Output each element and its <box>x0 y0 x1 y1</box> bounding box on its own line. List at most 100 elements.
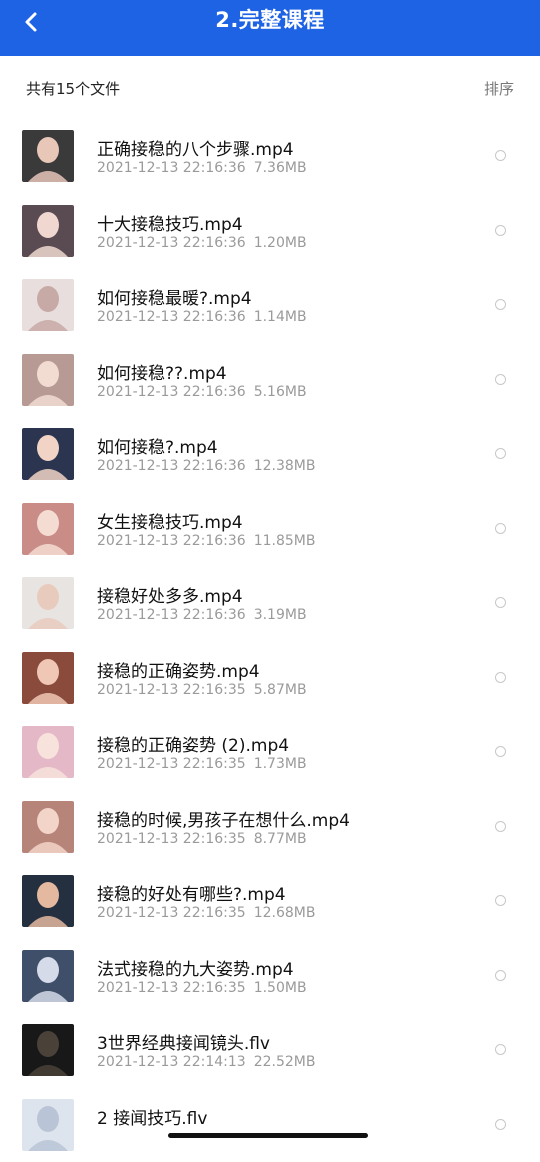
file-list-item[interactable]: 如何接稳?.mp42021-12-13 22:16:36 12.38MB <box>0 417 540 492</box>
file-meta: 2021-12-13 22:16:36 3.19MB <box>97 607 307 623</box>
select-radio[interactable] <box>495 523 506 534</box>
file-date: 2021-12-13 22:16:35 <box>97 980 246 996</box>
video-thumbnail <box>22 577 74 629</box>
select-radio[interactable] <box>495 150 506 161</box>
select-radio[interactable] <box>495 299 506 310</box>
file-date: 2021-12-13 22:16:35 <box>97 756 246 772</box>
file-meta: 2021-12-13 22:16:35 1.50MB <box>97 980 307 996</box>
file-meta: 2021-12-13 22:16:36 5.16MB <box>97 384 307 400</box>
file-meta: 2021-12-13 22:16:36 1.14MB <box>97 309 307 325</box>
file-name: 接稳的正确姿势 (2).mp4 <box>97 731 289 756</box>
video-thumbnail <box>22 503 74 555</box>
file-name: 接稳的好处有哪些?.mp4 <box>97 880 286 905</box>
file-name: 如何接稳??.mp4 <box>97 359 227 384</box>
file-name: 如何接稳?.mp4 <box>97 433 218 458</box>
home-indicator <box>168 1133 368 1138</box>
file-meta: 2021-12-13 22:14:13 22.52MB <box>97 1054 315 1070</box>
video-thumbnail <box>22 130 74 182</box>
file-date: 2021-12-13 22:16:35 <box>97 831 246 847</box>
file-list-item[interactable]: 3世界经典接闻镜头.flv2021-12-13 22:14:13 22.52MB <box>0 1013 540 1088</box>
file-name: 2 接闻技巧.flv <box>97 1104 207 1129</box>
select-radio[interactable] <box>495 821 506 832</box>
file-list: 正确接稳的八个步骤.mp42021-12-13 22:16:367.36MB十大… <box>0 119 540 1162</box>
file-date: 2021-12-13 22:16:36 <box>97 607 246 623</box>
file-size: 1.73MB <box>254 756 307 772</box>
video-thumbnail <box>22 205 74 257</box>
file-size: 5.87MB <box>254 682 307 698</box>
file-size: 11.85MB <box>254 533 316 549</box>
file-date: 2021-12-13 22:16:36 <box>97 309 246 325</box>
back-arrow-icon[interactable] <box>20 10 44 34</box>
file-name: 正确接稳的八个步骤.mp4 <box>97 135 294 160</box>
select-radio[interactable] <box>495 1119 506 1130</box>
file-name: 如何接稳最暖?.mp4 <box>97 284 252 309</box>
file-date: 2021-12-13 22:16:36 <box>97 235 246 251</box>
select-radio[interactable] <box>495 1044 506 1055</box>
file-date: 2021-12-13 22:16:36 <box>97 160 246 176</box>
file-meta: 2021-12-13 22:16:35 8.77MB <box>97 831 307 847</box>
file-date: 2021-12-13 22:16:36 <box>97 458 246 474</box>
file-list-item[interactable]: 接稳好处多多.mp42021-12-13 22:16:363.19MB <box>0 566 540 641</box>
select-radio[interactable] <box>495 448 506 459</box>
file-list-item[interactable]: 如何接稳最暖?.mp42021-12-13 22:16:36 1.14MB <box>0 268 540 343</box>
list-toolbar: 共有15个文件 排序 <box>0 56 540 118</box>
select-radio[interactable] <box>495 895 506 906</box>
file-list-item[interactable]: 正确接稳的八个步骤.mp42021-12-13 22:16:36 7.36MB <box>0 119 540 194</box>
file-size: 1.20MB <box>254 235 307 251</box>
file-list-item[interactable]: 接稳的正确姿势 (2).mp42021-12-13 22:16:35 1.73MB <box>0 715 540 790</box>
video-thumbnail <box>22 726 74 778</box>
video-thumbnail <box>22 652 74 704</box>
file-size: 3.19MB <box>254 607 307 623</box>
video-thumbnail <box>22 875 74 927</box>
video-thumbnail <box>22 354 74 406</box>
file-meta: 2021-12-13 22:16:36 11.85MB <box>97 533 315 549</box>
file-list-item[interactable]: 接稳的好处有哪些?.mp42021-12-13 22:16:35 12.68MB <box>0 864 540 939</box>
file-meta: 2021-12-13 22:16:36 7.36MB <box>97 160 307 176</box>
video-thumbnail <box>22 279 74 331</box>
file-size: 1.14MB <box>254 309 307 325</box>
file-size: 12.68MB <box>254 905 316 921</box>
file-list-item[interactable]: 法式接稳的九大姿势.mp42021-12-13 22:16:35 1.50MB <box>0 939 540 1014</box>
page-title: 2.完整课程 <box>215 4 325 34</box>
file-list-item[interactable]: 接稳的正确姿势.mp42021-12-13 22:16:355.87MB <box>0 641 540 716</box>
select-radio[interactable] <box>495 374 506 385</box>
file-date: 2021-12-13 22:16:36 <box>97 384 246 400</box>
file-list-item[interactable]: 接稳的时候,男孩子在想什么.mp42021-12-13 22:16:35 8.77… <box>0 790 540 865</box>
file-list-item[interactable]: 如何接稳??.mp42021-12-13 22:16:36 5.16MB <box>0 343 540 418</box>
file-list-item[interactable]: 十大接稳技巧.mp42021-12-13 22:16:36 1.20MB <box>0 194 540 269</box>
video-thumbnail <box>22 1024 74 1076</box>
file-date: 2021-12-13 22:14:13 <box>97 1054 246 1070</box>
file-size: 12.38MB <box>254 458 316 474</box>
file-size: 8.77MB <box>254 831 307 847</box>
file-name: 十大接稳技巧.mp4 <box>97 210 243 235</box>
video-thumbnail <box>22 428 74 480</box>
file-name: 女生接稳技巧.mp4 <box>97 508 243 533</box>
file-meta: 2021-12-13 22:16:35 12.68MB <box>97 905 315 921</box>
file-meta: 2021-12-13 22:16:36 12.38MB <box>97 458 315 474</box>
file-name: 3世界经典接闻镜头.flv <box>97 1029 270 1054</box>
file-list-item[interactable]: 2 接闻技巧.flv <box>0 1088 540 1162</box>
file-name: 法式接稳的九大姿势.mp4 <box>97 955 294 980</box>
select-radio[interactable] <box>495 597 506 608</box>
file-list-item[interactable]: 女生接稳技巧.mp42021-12-13 22:16:36 11.85MB <box>0 492 540 567</box>
select-radio[interactable] <box>495 672 506 683</box>
video-thumbnail <box>22 950 74 1002</box>
select-radio[interactable] <box>495 225 506 236</box>
file-date: 2021-12-13 22:16:35 <box>97 682 246 698</box>
video-thumbnail <box>22 801 74 853</box>
sort-button[interactable]: 排序 <box>484 78 514 99</box>
file-size: 7.36MB <box>254 160 307 176</box>
app-header: 2.完整课程 <box>0 0 540 56</box>
file-size: 5.16MB <box>254 384 307 400</box>
file-meta: 2021-12-13 22:16:36 1.20MB <box>97 235 307 251</box>
file-date: 2021-12-13 22:16:36 <box>97 533 246 549</box>
file-date: 2021-12-13 22:16:35 <box>97 905 246 921</box>
file-meta: 2021-12-13 22:16:35 5.87MB <box>97 682 307 698</box>
file-name: 接稳的时候,男孩子在想什么.mp4 <box>97 806 350 831</box>
video-thumbnail <box>22 1099 74 1151</box>
file-meta: 2021-12-13 22:16:35 1.73MB <box>97 756 307 772</box>
file-size: 22.52MB <box>254 1054 316 1070</box>
select-radio[interactable] <box>495 746 506 757</box>
file-size: 1.50MB <box>254 980 307 996</box>
select-radio[interactable] <box>495 970 506 981</box>
